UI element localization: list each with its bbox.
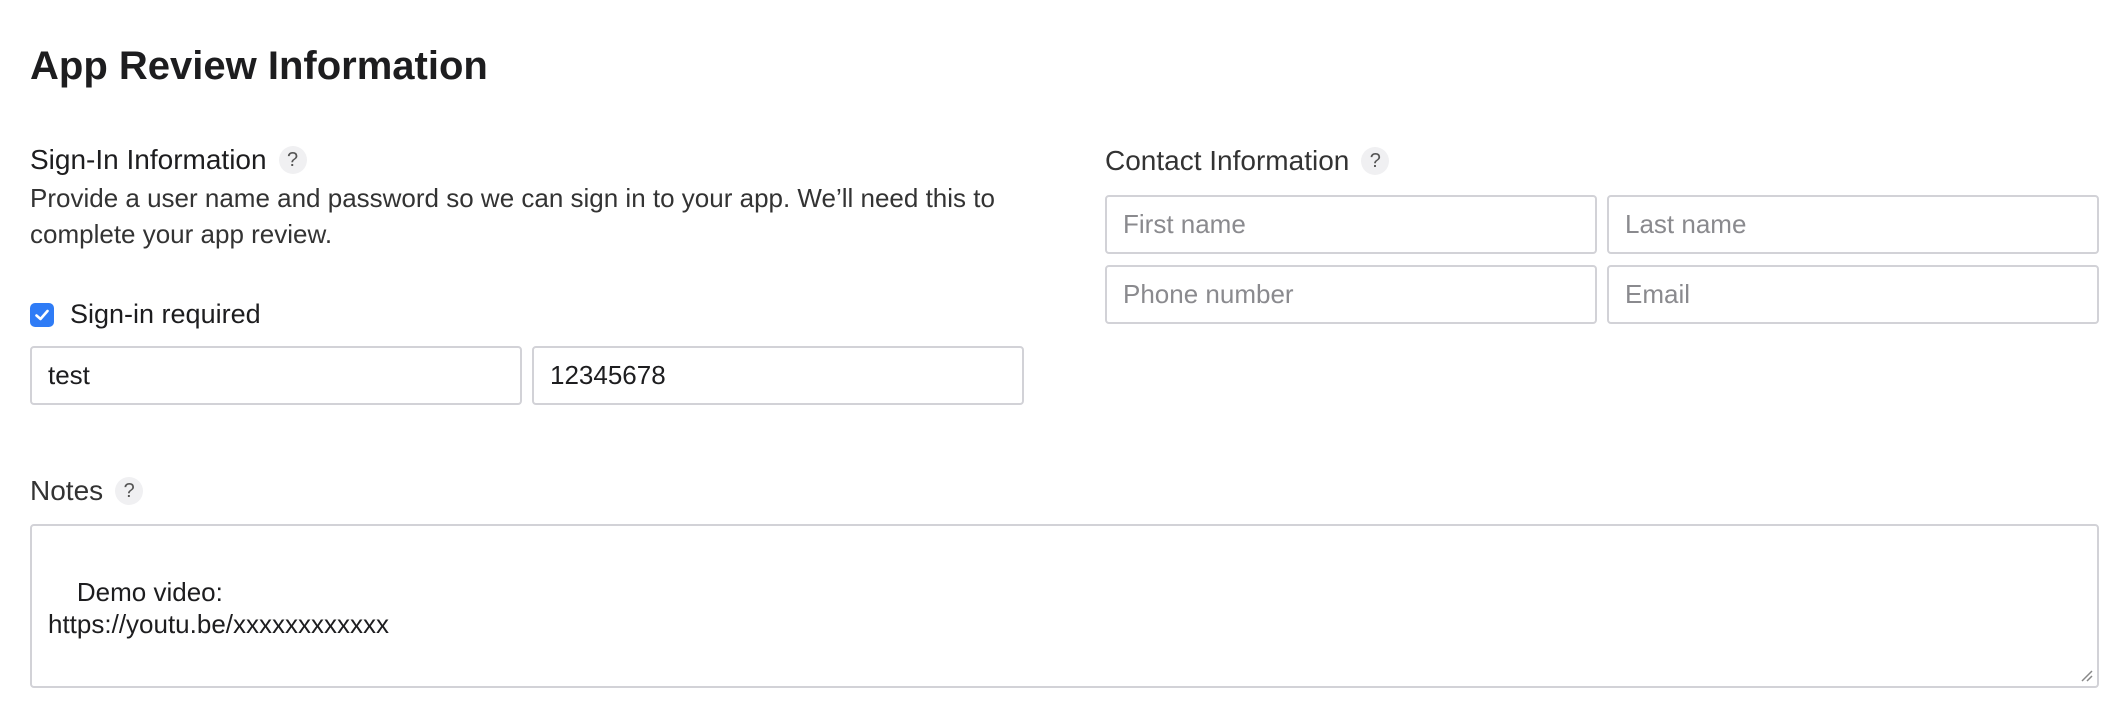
phone-number-field[interactable] (1105, 265, 1597, 324)
checkmark-icon (35, 309, 49, 320)
email-field[interactable] (1607, 265, 2099, 324)
page-title: App Review Information (30, 44, 488, 88)
signin-description: Provide a user name and password so we c… (30, 183, 995, 249)
notes-help-icon[interactable]: ? (115, 477, 144, 505)
username-field[interactable] (30, 346, 522, 405)
notes-section-title: Notes ? (30, 473, 144, 509)
signin-help-icon[interactable]: ? (278, 146, 307, 174)
resize-handle-icon[interactable] (2077, 666, 2093, 682)
notes-textarea[interactable]: Demo video: https://youtu.be/xxxxxxxxxxx… (30, 524, 2099, 688)
last-name-field[interactable] (1607, 195, 2099, 254)
contact-title-label: Contact Information (1105, 145, 1350, 176)
signin-section-title: Sign-In Information ? (30, 142, 307, 178)
contact-help-icon[interactable]: ? (1361, 147, 1390, 175)
first-name-field[interactable] (1105, 195, 1597, 254)
contact-section-title: Contact Information ? (1105, 143, 1390, 179)
signin-title-label: Sign-In Information (30, 144, 267, 175)
password-field[interactable] (532, 346, 1024, 405)
signin-required-label: Sign-in required (70, 299, 261, 329)
notes-title-label: Notes (30, 475, 104, 506)
signin-required-checkbox[interactable] (30, 302, 54, 327)
signin-required-row[interactable]: Sign-in required (30, 299, 261, 330)
notes-text[interactable]: Demo video: https://youtu.be/xxxxxxxxxxx… (48, 577, 389, 639)
app-review-page: App Review Information Sign-In Informati… (0, 0, 2128, 702)
